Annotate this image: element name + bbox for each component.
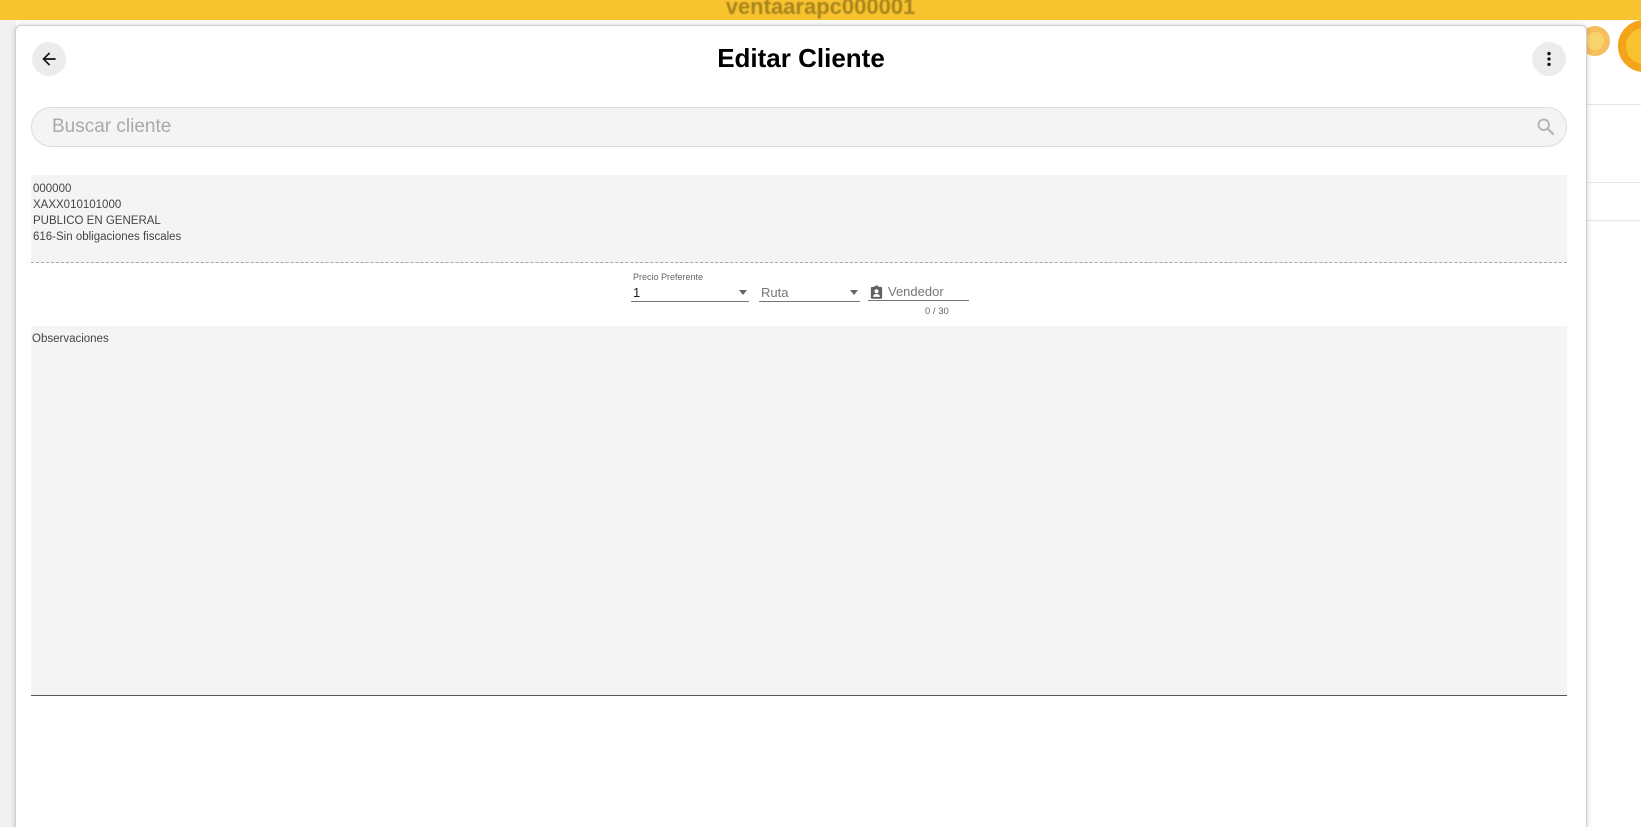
contact-badge-icon	[869, 285, 884, 305]
salesperson-field: 0 / 30	[868, 272, 969, 317]
observations-textarea[interactable]	[32, 348, 1562, 688]
search-input[interactable]	[52, 108, 1522, 146]
field-underline	[759, 301, 860, 302]
client-name: PUBLICO EN GENERAL	[33, 215, 161, 227]
background-left-strip	[0, 20, 16, 827]
client-rfc: XAXX010101000	[33, 199, 122, 211]
background-right-strip	[1587, 20, 1641, 827]
character-counter: 0 / 30	[925, 306, 949, 317]
client-tax-regime: 616-Sin obligaciones fiscales	[33, 231, 182, 243]
preferred-price-label: Precio Preferente	[633, 272, 704, 282]
background-divider	[1587, 104, 1641, 105]
more-options-button[interactable]	[1532, 42, 1566, 76]
client-info-card[interactable]: 000000 XAXX010101000 PUBLICO EN GENERAL …	[31, 175, 1567, 263]
dropdown-caret-icon	[739, 290, 747, 295]
route-select[interactable]: Ruta	[759, 272, 860, 302]
client-code: 000000	[33, 183, 72, 195]
route-placeholder: Ruta	[761, 285, 789, 300]
background-app-title: ventaarapc000001	[725, 0, 916, 19]
search-box	[31, 107, 1567, 147]
background-divider	[1587, 182, 1641, 183]
field-underline	[631, 301, 749, 302]
preferred-price-select[interactable]: Precio Preferente 1	[631, 272, 749, 302]
more-vertical-icon	[1547, 51, 1551, 67]
dialog-title: Editar Cliente	[717, 43, 885, 73]
field-underline	[868, 300, 969, 301]
background-divider	[1587, 220, 1641, 221]
dropdown-caret-icon	[850, 290, 858, 295]
search-icon[interactable]	[1535, 116, 1556, 142]
preferred-price-value: 1	[633, 285, 641, 300]
salesperson-input[interactable]	[888, 282, 968, 300]
observations-label: Observaciones	[32, 333, 109, 345]
edit-client-dialog: Editar Cliente 000000 XAXX010101000 PUBL…	[15, 25, 1587, 827]
observations-field: Observaciones	[31, 326, 1567, 696]
